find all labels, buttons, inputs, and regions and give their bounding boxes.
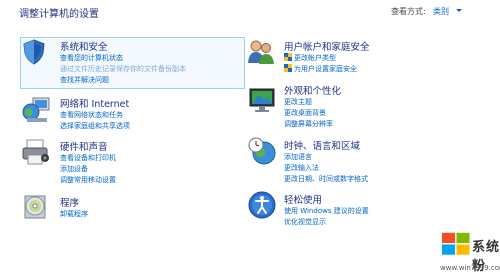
category-link[interactable]: 调整屏幕分辨率 — [284, 119, 333, 129]
ease-of-access-icon — [248, 191, 276, 219]
category-link[interactable]: 添加语言 — [284, 152, 312, 162]
category-link[interactable]: 添加设备 — [60, 164, 88, 174]
view-by-dropdown[interactable]: 类别 — [433, 6, 449, 17]
category-system-security[interactable] — [20, 37, 245, 89]
category-title[interactable]: 轻松使用 — [284, 192, 322, 206]
clock-globe-icon — [248, 137, 276, 165]
uac-shield-icon — [284, 64, 292, 72]
chevron-down-icon[interactable] — [456, 9, 462, 12]
category-link[interactable]: 使用 Windows 建议的设置 — [284, 206, 369, 216]
programs-disc-icon — [24, 195, 46, 219]
windows-logo-icon — [442, 232, 470, 255]
category-title[interactable]: 网络和 Internet — [60, 96, 129, 110]
category-link[interactable]: 通过文件历史记录保存你的文件备份副本 — [60, 64, 186, 74]
category-link[interactable]: 选择家庭组和共享选项 — [60, 121, 130, 131]
category-link[interactable]: 优化视觉显示 — [284, 217, 326, 227]
monitor-icon — [249, 88, 275, 112]
category-link[interactable]: 查找并解决问题 — [60, 75, 109, 85]
category-link[interactable]: 调整常用移动设置 — [60, 175, 116, 185]
category-link[interactable]: 卸载程序 — [60, 209, 88, 219]
network-globe-icon — [22, 97, 50, 122]
uac-shield-icon — [284, 53, 292, 61]
category-link[interactable]: 更改帐户类型 — [294, 53, 336, 63]
category-link[interactable]: 为用户设置家庭安全 — [294, 64, 357, 74]
printer-icon — [22, 139, 49, 165]
category-title[interactable]: 系统和安全 — [60, 39, 108, 53]
shield-icon — [23, 39, 45, 65]
category-link[interactable]: 查看网络状态和任务 — [60, 110, 123, 120]
category-title[interactable]: 时钟、语言和区域 — [284, 138, 360, 152]
category-title[interactable]: 用户帐户和家庭安全 — [284, 39, 370, 53]
view-by-label: 查看方式: — [391, 7, 426, 16]
users-icon — [248, 40, 274, 64]
category-link[interactable]: 更改输入法 — [284, 163, 319, 173]
page-title: 调整计算机的设置 — [19, 9, 99, 20]
category-title[interactable]: 硬件和声音 — [60, 139, 108, 153]
category-link[interactable]: 更改主题 — [284, 97, 312, 107]
category-link[interactable]: 查看设备和打印机 — [60, 153, 116, 163]
category-link[interactable]: 更改桌面背景 — [284, 108, 326, 118]
category-link[interactable]: 查看您的计算机状态 — [60, 53, 123, 63]
watermark-url: www.win7999.com — [440, 264, 500, 272]
category-link[interactable]: 更改日期、时间或数字格式 — [284, 174, 368, 184]
category-title[interactable]: 外观和个性化 — [284, 83, 341, 97]
category-title[interactable]: 程序 — [60, 195, 79, 209]
